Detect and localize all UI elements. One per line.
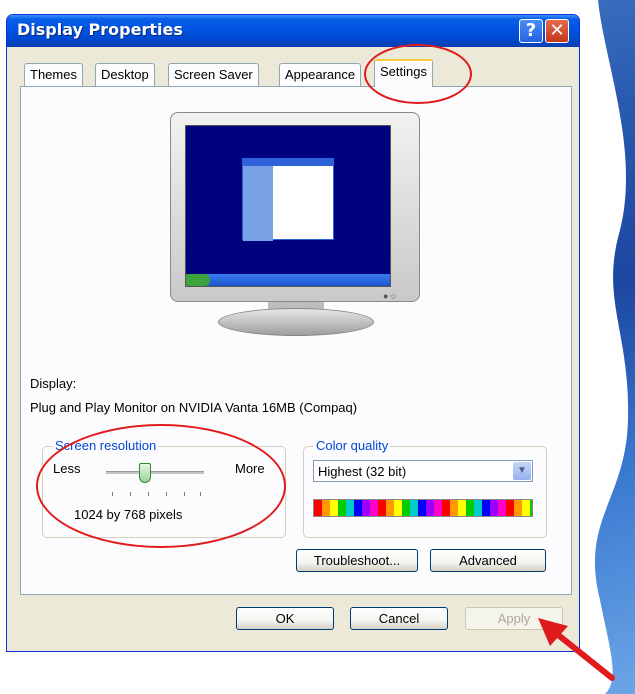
- close-icon: ✕: [549, 20, 565, 41]
- slider-tick: [166, 492, 167, 496]
- cancel-button[interactable]: Cancel: [350, 607, 448, 630]
- display-label: Display:: [30, 376, 77, 391]
- color-quality-preview-bar: [313, 499, 533, 517]
- tab-settings[interactable]: Settings: [374, 59, 433, 87]
- troubleshoot-button[interactable]: Troubleshoot...: [296, 549, 418, 572]
- tab-appearance[interactable]: Appearance: [279, 63, 362, 86]
- screen-resolution-title: Screen resolution: [53, 438, 159, 453]
- tab-desktop[interactable]: Desktop: [95, 63, 155, 86]
- start-button-icon: [186, 274, 210, 286]
- window-title: Display Properties: [17, 20, 183, 39]
- power-led-icon: ● ○: [383, 291, 397, 301]
- monitor-screen: [185, 125, 391, 287]
- resolution-less-label: Less: [53, 461, 81, 476]
- slider-tick: [148, 492, 149, 496]
- resolution-slider-thumb[interactable]: [139, 463, 152, 483]
- chevron-down-icon[interactable]: ▼: [513, 462, 531, 480]
- help-button[interactable]: ?: [519, 19, 543, 43]
- screen-resolution-group: Screen resolution: [42, 438, 286, 538]
- resolution-value: 1024 by 768 pixels: [74, 507, 183, 522]
- ok-button[interactable]: OK: [236, 607, 334, 630]
- slider-tick: [200, 492, 201, 496]
- slider-tick: [184, 492, 185, 496]
- color-quality-value: Highest (32 bit): [318, 464, 407, 479]
- apply-pointer-arrow-icon: [538, 618, 615, 681]
- tab-themes[interactable]: Themes: [24, 63, 83, 86]
- color-quality-title: Color quality: [314, 438, 391, 453]
- monitor-preview: ● ○: [170, 112, 420, 342]
- resolution-more-label: More: [235, 461, 265, 476]
- help-icon: ?: [525, 20, 537, 41]
- display-device-name: Plug and Play Monitor on NVIDIA Vanta 16…: [30, 400, 358, 415]
- resolution-slider-track[interactable]: [106, 471, 204, 474]
- slider-tick: [130, 492, 131, 496]
- close-button[interactable]: ✕: [545, 19, 569, 43]
- preview-taskbar: [186, 274, 390, 286]
- crt-monitor: ● ○: [170, 112, 420, 302]
- color-quality-select[interactable]: Highest (32 bit) ▼: [313, 460, 533, 482]
- tab-screen-saver[interactable]: Screen Saver: [168, 63, 259, 86]
- title-bar[interactable]: Display Properties ? ✕: [7, 15, 579, 47]
- monitor-stand: [218, 308, 374, 336]
- advanced-button[interactable]: Advanced: [430, 549, 546, 572]
- slider-tick: [112, 492, 113, 496]
- preview-window: [242, 158, 334, 241]
